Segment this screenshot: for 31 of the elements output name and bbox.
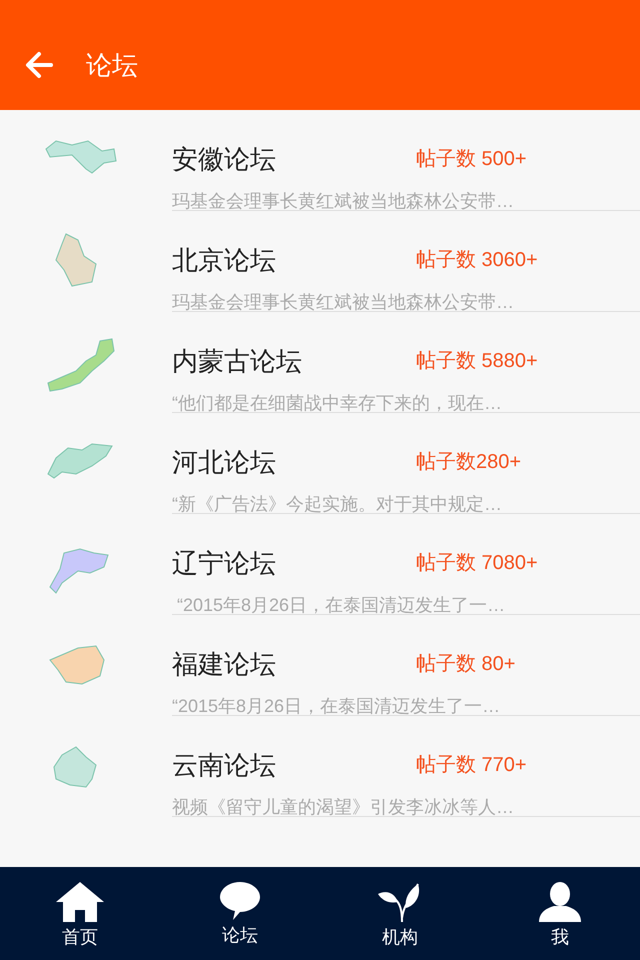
post-count: 帖子数 3060+	[416, 248, 538, 273]
home-icon	[56, 882, 104, 922]
page-title: 论坛	[86, 48, 138, 82]
person-icon	[539, 882, 581, 922]
post-count: 帖子数 770+	[416, 753, 527, 778]
forum-title: 河北论坛	[172, 447, 277, 477]
forum-title: 安徽论坛	[172, 144, 277, 174]
forum-title: 云南论坛	[172, 750, 277, 780]
forum-title: 内蒙古论坛	[172, 346, 303, 376]
post-snippet: “新《广告法》今起实施。对于其中规定…	[172, 493, 502, 515]
speech-bubble-icon	[220, 882, 260, 920]
post-snippet: 玛基金会理事长黄红斌被当地森林公安带…	[172, 291, 514, 313]
forum-title: 北京论坛	[172, 245, 277, 275]
sprout-icon	[378, 882, 422, 922]
tab-button[interactable]: 机构	[320, 867, 480, 960]
post-snippet: “2015年8月26日，在泰国清迈发生了一…	[172, 695, 500, 717]
tab-button[interactable]: 论坛	[160, 867, 320, 960]
post-snippet: 玛基金会理事长黄红斌被当地森林公安带…	[172, 190, 514, 212]
post-snippet: “他们都是在细菌战中幸存下来的，现在…	[172, 392, 502, 414]
post-snippet: “2015年8月26日，在泰国清迈发生了一…	[176, 594, 506, 616]
post-count: 帖子数 7080+	[416, 551, 538, 576]
back-arrow-icon	[24, 50, 54, 80]
post-snippet: 视频《留守儿童的渴望》引发李冰冰等人…	[172, 796, 514, 818]
forum-title: 福建论坛	[172, 649, 277, 679]
post-count: 帖子数280+	[416, 450, 522, 475]
post-count: 帖子数 5880+	[416, 349, 538, 374]
post-count: 帖子数 500+	[416, 147, 527, 172]
forum-title: 辽宁论坛	[172, 548, 277, 578]
tab-button[interactable]: 首页	[0, 867, 160, 960]
post-count: 帖子数 80+	[416, 652, 516, 677]
tab-button[interactable]: 我	[480, 867, 640, 960]
